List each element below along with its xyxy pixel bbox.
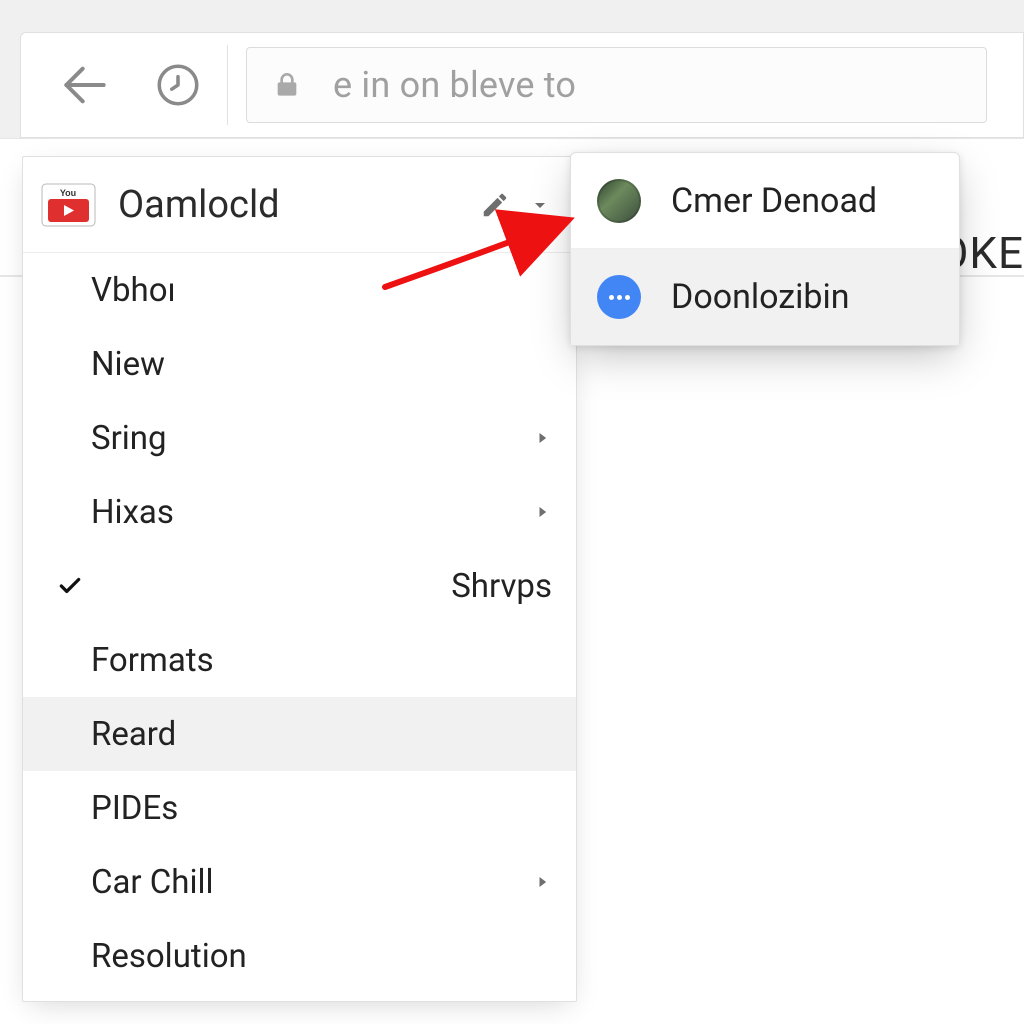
submenu-arrow-icon — [532, 872, 552, 892]
menu-item-label: Sring — [91, 419, 167, 458]
profile-item[interactable]: Cmer Denoad — [571, 153, 959, 249]
profile-item-label: Cmer Denoad — [671, 181, 877, 221]
menu-item-label: Niew — [91, 345, 165, 384]
toolbar-divider — [227, 45, 228, 125]
menu-item-label: Formats — [91, 641, 214, 680]
bookmark-folder-dropdown: You Oamlocld Vbhoı Niew Sring Hixas Shrvps Fo… — [22, 156, 577, 1002]
menu-item[interactable]: Shrvps — [23, 549, 576, 623]
menu-item-label: Vbhoı — [91, 271, 176, 310]
edit-icon[interactable] — [480, 190, 510, 220]
menu-item[interactable]: Hixas — [23, 475, 576, 549]
svg-text:You: You — [60, 188, 76, 198]
menu-item[interactable]: Formats — [23, 623, 576, 697]
menu-item-label: Car Chill — [91, 863, 214, 902]
browser-toolbar: e in on bleve to — [20, 32, 1024, 138]
menu-item[interactable]: Resolution — [23, 919, 576, 993]
menu-item[interactable]: Vbhoı — [23, 253, 576, 327]
menu-item[interactable]: Sring — [23, 401, 576, 475]
youtube-icon: You — [41, 183, 118, 227]
menu-item-label: Shrvps — [451, 567, 552, 606]
address-text: e in on bleve to — [333, 64, 576, 106]
avatar-icon — [597, 275, 641, 319]
check-icon — [57, 573, 83, 599]
lock-icon — [271, 69, 303, 101]
menu-item-label: Hixas — [91, 493, 174, 532]
profile-item-label: Doonlozibin — [671, 277, 850, 317]
menu-item[interactable]: PIDEs — [23, 771, 576, 845]
chevron-down-icon[interactable] — [528, 193, 552, 217]
dropdown-title: Oamlocld — [118, 183, 280, 227]
menu-item-label: Reard — [91, 715, 176, 754]
dropdown-header: You Oamlocld — [23, 157, 576, 253]
menu-item[interactable]: Niew — [23, 327, 576, 401]
profile-switcher-dropdown: Cmer Denoad Doonlozibin — [570, 152, 960, 346]
profile-item[interactable]: Doonlozibin — [571, 249, 959, 345]
dropdown-menu-list: Vbhoı Niew Sring Hixas Shrvps Formats Reard PID… — [23, 253, 576, 993]
submenu-arrow-icon — [532, 428, 552, 448]
menu-item[interactable]: Car Chill — [23, 845, 576, 919]
avatar-photo — [597, 179, 641, 223]
back-button[interactable] — [57, 57, 113, 113]
menu-item[interactable]: Reard — [23, 697, 576, 771]
menu-item-label: Resolution — [91, 937, 247, 976]
submenu-arrow-icon — [532, 502, 552, 522]
history-button[interactable] — [153, 60, 203, 110]
address-bar[interactable]: e in on bleve to — [246, 47, 987, 123]
menu-item-label: PIDEs — [91, 789, 178, 828]
